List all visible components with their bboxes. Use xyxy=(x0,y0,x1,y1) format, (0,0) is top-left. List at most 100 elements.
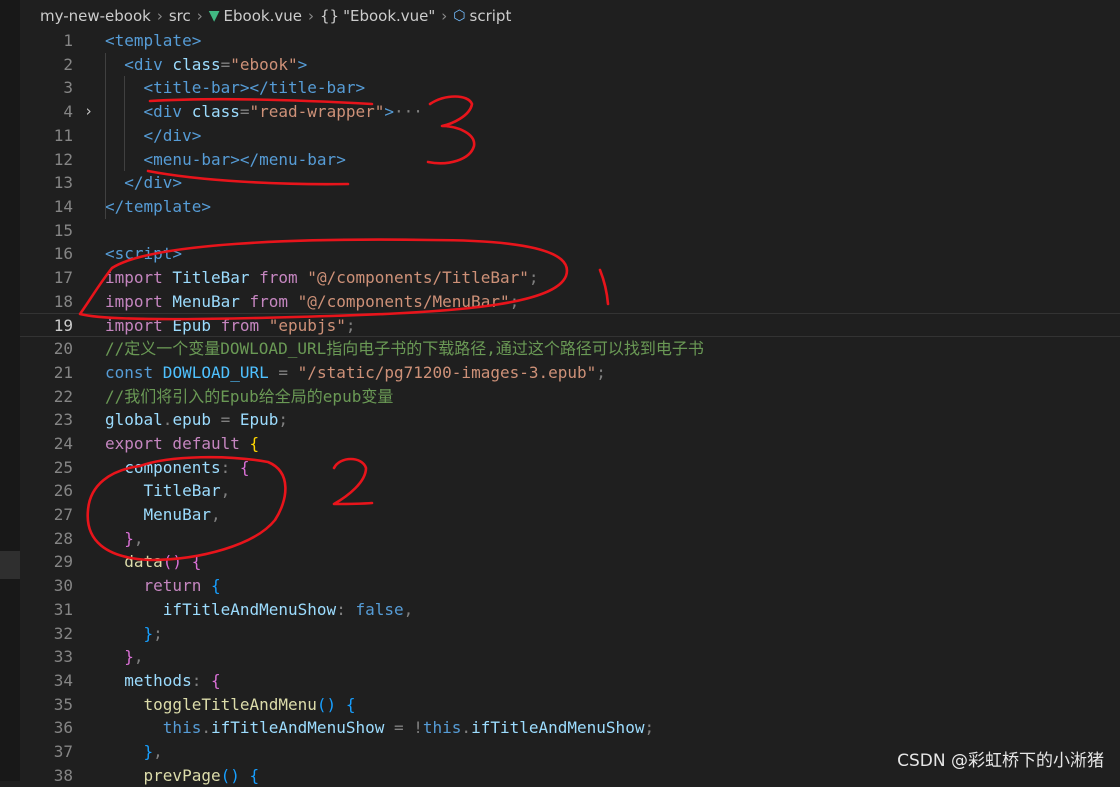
code-line[interactable]: 34 methods: { xyxy=(20,669,1120,693)
code-token: from xyxy=(249,268,298,287)
code-token: , xyxy=(220,481,231,501)
code-token: </div> xyxy=(105,173,183,193)
code-line[interactable]: 36 this.ifTitleAndMenuShow = !this.ifTit… xyxy=(20,716,1120,740)
code-line[interactable]: 2 <div class="ebook"> xyxy=(20,53,1120,77)
code-token: ifTitleAndMenuShow xyxy=(471,718,645,738)
code-token: </template> xyxy=(105,196,211,216)
line-number: 20 xyxy=(53,339,73,359)
code-line[interactable]: 25 components: { xyxy=(20,456,1120,480)
code-token: ··· xyxy=(394,102,423,122)
code-line[interactable]: 3 <title-bar></title-bar> xyxy=(20,76,1120,100)
code-token: prevPage xyxy=(105,765,221,785)
line-number: 1 xyxy=(63,31,73,50)
code-text: return { xyxy=(105,574,221,598)
code-line[interactable]: 20 //定义一个变量DOWLOAD_URL指向电子书的下载路径,通过这个路径可以… xyxy=(20,337,1120,361)
code-line[interactable]: 35 toggleTitleAndMenu() { xyxy=(20,693,1120,717)
code-token: ; xyxy=(528,268,539,287)
line-number: 38 xyxy=(53,765,73,785)
code-token: toggleTitleAndMenu xyxy=(105,694,317,714)
code-token: data xyxy=(105,552,163,572)
activity-sidebar xyxy=(0,0,20,781)
code-token: ; xyxy=(345,316,356,336)
line-number: 27 xyxy=(53,505,73,524)
breadcrumb-section[interactable]: "Ebook.vue" xyxy=(343,7,435,25)
code-token: } xyxy=(105,647,134,667)
code-line[interactable]: 15 xyxy=(20,219,1120,243)
code-token: export xyxy=(105,433,163,453)
breadcrumb-folder-src[interactable]: src xyxy=(169,7,191,25)
code-token: } xyxy=(105,623,154,643)
code-line[interactable]: 33 }, xyxy=(20,645,1120,669)
code-line[interactable]: 16 <script> xyxy=(20,242,1120,266)
line-number: 26 xyxy=(53,481,73,501)
code-token: : xyxy=(220,457,240,477)
code-text: <div class="ebook"> xyxy=(105,53,307,77)
code-text: <script> xyxy=(105,242,182,266)
code-line[interactable]: 4 › <div class="read-wrapper">··· xyxy=(20,100,1120,124)
fold-chevron-icon[interactable]: › xyxy=(84,100,96,124)
code-text: <div class="read-wrapper">··· xyxy=(105,100,423,124)
breadcrumb-symbol[interactable]: script xyxy=(470,7,512,25)
line-number: 21 xyxy=(53,362,73,382)
code-text: global.epub = Epub; xyxy=(105,408,288,432)
line-number: 4 xyxy=(63,102,73,122)
code-token: , xyxy=(133,647,144,667)
line-number: 29 xyxy=(53,552,73,572)
line-number: 14 xyxy=(53,196,73,216)
code-line[interactable]: 19 import Epub from "epubjs"; xyxy=(20,313,1120,338)
code-line[interactable]: 14 </template> xyxy=(20,195,1120,219)
code-editor[interactable]: 1 <template> 2 <div class="ebook"> 3 <title… xyxy=(20,29,1120,785)
line-number: 22 xyxy=(53,386,73,406)
code-token: this xyxy=(105,718,202,738)
breadcrumb-folder-root[interactable]: my-new-ebook xyxy=(40,7,151,25)
code-token: global xyxy=(105,410,163,430)
braces-icon: {} xyxy=(319,7,340,25)
code-token: = xyxy=(220,54,231,74)
code-token: components xyxy=(105,457,221,477)
code-text: </div> xyxy=(105,171,182,195)
code-token: , xyxy=(210,505,221,524)
code-text: export default { xyxy=(105,432,259,456)
code-line[interactable]: 1 <template> xyxy=(20,29,1120,53)
code-token: , xyxy=(403,599,414,619)
code-line[interactable]: 30 return { xyxy=(20,574,1120,598)
code-line[interactable]: 18 import MenuBar from "@/components/Menu… xyxy=(20,290,1120,314)
code-token: = xyxy=(210,410,240,430)
code-line[interactable]: 24 export default { xyxy=(20,432,1120,456)
code-token: </div> xyxy=(105,125,202,145)
code-line[interactable]: 22 //我们将引入的Epub给全局的epub变量 xyxy=(20,385,1120,409)
line-number: 23 xyxy=(53,410,73,430)
code-token: <menu-bar></menu-bar> xyxy=(105,149,346,169)
code-token: () xyxy=(162,552,183,572)
code-text: <title-bar></title-bar> xyxy=(105,76,366,100)
line-number: 28 xyxy=(53,528,73,548)
code-token: <title-bar></title-bar> xyxy=(105,78,366,98)
line-number: 3 xyxy=(63,78,73,98)
code-line[interactable]: 21 const DOWLOAD_URL = "/static/pg71200-i… xyxy=(20,361,1120,385)
code-line[interactable]: 29 data() { xyxy=(20,550,1120,574)
code-line[interactable]: 13 </div> xyxy=(20,171,1120,195)
code-line[interactable]: 12 <menu-bar></menu-bar> xyxy=(20,148,1120,172)
breadcrumb-file[interactable]: Ebook.vue xyxy=(224,7,302,25)
code-token: } xyxy=(105,742,154,761)
code-line[interactable]: 31 ifTitleAndMenuShow: false, xyxy=(20,598,1120,622)
code-text: methods: { xyxy=(105,669,220,693)
code-token: . xyxy=(201,718,211,738)
code-line[interactable]: 27 MenuBar, xyxy=(20,503,1120,527)
cube-icon: ⬡ xyxy=(453,8,466,24)
code-line[interactable]: 17 import TitleBar from "@/components/Tit… xyxy=(20,266,1120,290)
code-line[interactable]: 32 }; xyxy=(20,622,1120,646)
code-token: { xyxy=(336,694,356,714)
code-token: > xyxy=(384,102,394,122)
code-line[interactable]: 11 </div> xyxy=(20,124,1120,148)
vue-icon: ▼ xyxy=(208,8,220,24)
line-number: 16 xyxy=(53,244,73,264)
line-number: 19 xyxy=(53,316,73,336)
code-token: : xyxy=(191,670,211,690)
code-token: <script> xyxy=(105,244,183,264)
indent-guide xyxy=(124,76,125,172)
code-text: ifTitleAndMenuShow: false, xyxy=(105,598,413,622)
code-line[interactable]: 26 TitleBar, xyxy=(20,479,1120,503)
code-line[interactable]: 28 }, xyxy=(20,527,1120,551)
code-line[interactable]: 23 global.epub = Epub; xyxy=(20,408,1120,432)
